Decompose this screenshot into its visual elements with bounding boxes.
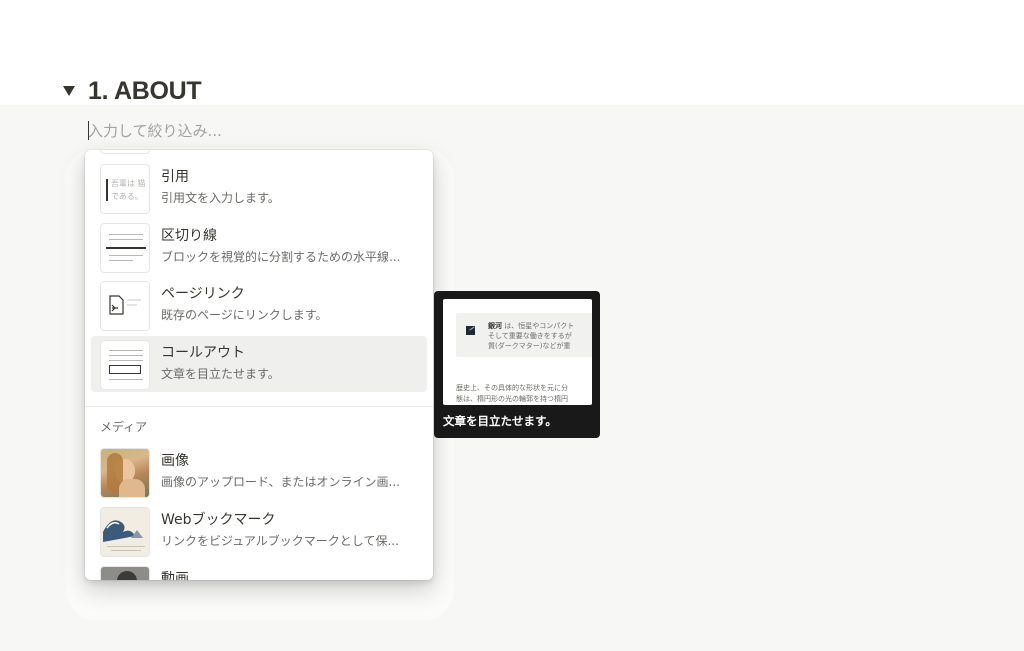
menu-item-callout[interactable]: コールアウト 文章を目立たせます。: [91, 336, 427, 392]
menu-item-description: 既存のページにリンクします。: [161, 308, 328, 322]
menu-item-description: 画像のアップロード、またはオンライン画...: [161, 475, 400, 489]
quote-thumb-icon: 吾輩は 猫である。: [100, 164, 150, 214]
menu-item-web-bookmark[interactable]: Webブックマーク リンクをビジュアルブックマークとして保...: [91, 503, 427, 559]
galaxy-icon: [466, 326, 475, 335]
menu-item-title: Webブックマーク: [161, 512, 276, 528]
page-link-thumb-icon: [100, 281, 150, 331]
section-label-media: メディア: [100, 420, 148, 434]
bookmark-thumb-icon: [100, 507, 150, 557]
text-caret: [88, 121, 89, 140]
menu-item-video[interactable]: 動画: [91, 562, 427, 580]
menu-item-title: 区切り線: [161, 228, 217, 244]
callout-preview-tooltip: 銀河 は、恒星やコンパクト そして重要な働きをするが 質(ダークマター)などが重…: [434, 291, 600, 438]
toggle-triangle-icon[interactable]: [63, 86, 75, 96]
callout-thumb-icon: [100, 340, 150, 390]
menu-item-divider[interactable]: 区切り線 ブロックを視覚的に分割するための水平線...: [91, 219, 427, 275]
menu-item-title: 画像: [161, 453, 189, 469]
block-menu: 吾輩は 猫である。 引用 引用文を入力します。 区切り線 ブロックを視覚的に分割…: [85, 150, 433, 580]
filter-input[interactable]: [88, 119, 408, 143]
preview-callout: 銀河 は、恒星やコンパクト そして重要な働きをするが 質(ダークマター)などが重: [456, 313, 592, 357]
preview-paragraph-line: 態は、楕円形の光の輪郭を持つ楕円: [456, 395, 568, 403]
preview-caption: 文章を目立たせます。: [443, 414, 557, 428]
page-heading: 1. ABOUT: [88, 77, 202, 105]
video-thumb-icon: [100, 566, 150, 580]
menu-item-description: リンクをビジュアルブックマークとして保...: [161, 534, 399, 548]
previous-item-thumb: [100, 150, 150, 154]
menu-item-description: ブロックを視覚的に分割するための水平線...: [161, 250, 401, 264]
divider-thumb-icon: [100, 223, 150, 273]
section-divider: [85, 406, 433, 407]
preview-paragraph-line: 歴史上、その具体的な形状を元に分: [456, 384, 568, 392]
menu-item-image[interactable]: 画像 画像のアップロード、またはオンライン画...: [91, 444, 427, 500]
menu-item-title: 引用: [161, 169, 189, 185]
menu-item-title: コールアウト: [161, 345, 245, 361]
menu-item-title: ページリンク: [161, 286, 245, 302]
image-thumb-icon: [100, 448, 150, 498]
menu-item-page-link[interactable]: ページリンク 既存のページにリンクします。: [91, 277, 427, 333]
menu-item-description: 文章を目立たせます。: [161, 367, 280, 381]
menu-item-description: 引用文を入力します。: [161, 191, 280, 205]
preview-card: 銀河 は、恒星やコンパクト そして重要な働きをするが 質(ダークマター)などが重…: [443, 299, 592, 405]
menu-item-quote[interactable]: 吾輩は 猫である。 引用 引用文を入力します。: [91, 160, 427, 216]
menu-item-title: 動画: [161, 571, 189, 580]
